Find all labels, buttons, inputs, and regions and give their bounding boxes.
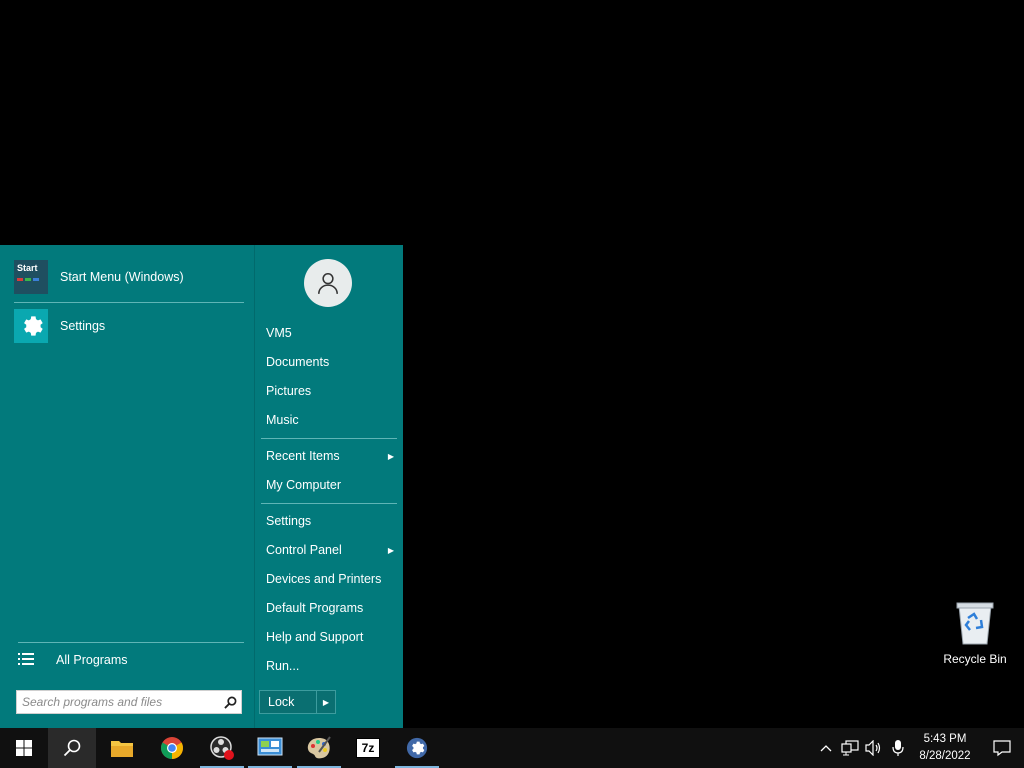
divider [261,438,397,439]
menu-item-pictures[interactable]: Pictures [266,380,396,402]
settings-taskbar-button[interactable] [393,728,441,768]
start-menu-left-pane: Start Start Menu (Windows) Settings All … [0,245,254,728]
system-tray: 5:43 PM 8/28/2022 [814,728,1024,768]
chevron-right-icon: ▶ [387,545,394,555]
all-programs-button[interactable]: All Programs [18,650,128,670]
menu-item-user-folder[interactable]: VM5 [266,322,396,344]
chrome-icon [161,737,183,759]
pinned-label: Start Menu (Windows) [60,270,184,284]
7zip-button[interactable]: 7z [344,728,392,768]
control-panel-icon [257,737,283,756]
menu-item-recent-items[interactable]: Recent Items ▶ [266,445,396,467]
lock-button[interactable]: Lock ▶ [259,690,336,714]
start-menu: Start Start Menu (Windows) Settings All … [0,245,403,728]
chrome-button[interactable] [148,728,196,768]
recycle-bin-desktop-icon[interactable]: Recycle Bin [940,600,1010,666]
start-menu-right-pane: VM5 Documents Pictures Music Recent Item… [254,245,404,728]
control-panel-button[interactable] [246,728,294,768]
recycle-bin-label: Recycle Bin [943,652,1007,666]
obs-button[interactable] [198,728,246,768]
divider [261,503,397,504]
recycle-bin-icon [956,602,994,645]
microphone-icon[interactable] [886,728,910,768]
menu-item-control-panel[interactable]: Control Panel ▶ [266,539,396,561]
menu-item-default-programs[interactable]: Default Programs [266,597,396,619]
volume-icon[interactable] [862,728,886,768]
search-box[interactable] [16,690,242,714]
obs-record-icon [210,736,234,760]
start-menu-app-icon: Start [14,260,48,294]
all-programs-label: All Programs [56,653,128,667]
list-icon [18,652,34,669]
gear-icon [14,309,48,343]
menu-item-label: Run... [266,659,300,673]
menu-item-label: Pictures [266,384,312,398]
search-input[interactable] [17,691,219,713]
network-icon[interactable] [838,728,862,768]
menu-item-label: Help and Support [266,630,364,644]
search-icon[interactable] [219,696,241,709]
start-button[interactable] [0,728,48,768]
divider [18,642,244,643]
paint-button[interactable] [295,728,343,768]
start-menu-app-icon-text: Start [17,263,38,273]
menu-item-devices-and-printers[interactable]: Devices and Printers [266,568,396,590]
divider [14,302,244,303]
menu-item-settings[interactable]: Settings [266,510,396,532]
pinned-settings[interactable]: Settings [14,307,105,345]
menu-item-my-computer[interactable]: My Computer [266,474,396,496]
menu-item-label: My Computer [266,478,342,492]
search-icon [63,739,81,757]
user-avatar-icon[interactable] [304,259,352,307]
file-explorer-button[interactable] [98,728,146,768]
menu-item-music[interactable]: Music [266,409,396,431]
clock-time: 5:43 PM [923,733,967,745]
7zip-icon: 7z [356,738,380,758]
chevron-up-icon[interactable] [814,728,838,768]
search-taskbar-button[interactable] [48,728,96,768]
menu-item-label: Settings [266,514,312,528]
lock-label: Lock [268,695,295,709]
clock[interactable]: 5:43 PM 8/28/2022 [910,731,980,765]
taskbar: 7z 5:43 PM 8/28/2022 [0,728,1024,768]
notification-icon[interactable] [980,728,1024,768]
windows-logo-icon [16,740,32,756]
pinned-start-menu-app[interactable]: Start Start Menu (Windows) [14,258,184,296]
chevron-right-icon: ▶ [387,451,394,461]
clock-date: 8/28/2022 [919,750,971,762]
menu-item-label: Control Panel [266,543,342,557]
menu-item-label: VM5 [266,326,292,340]
menu-item-documents[interactable]: Documents [266,351,396,373]
menu-item-label: Documents [266,355,330,369]
gear-icon [406,737,428,759]
menu-item-label: Default Programs [266,601,364,615]
menu-item-label: Devices and Printers [266,572,382,586]
menu-item-label: Music [266,413,299,427]
pinned-label: Settings [60,319,106,333]
chevron-right-icon[interactable]: ▶ [316,691,335,713]
menu-item-help-and-support[interactable]: Help and Support [266,626,396,648]
menu-item-label: Recent Items [266,449,340,463]
folder-icon [111,741,133,757]
menu-item-run[interactable]: Run... [266,655,396,677]
paint-palette-icon [307,736,331,759]
